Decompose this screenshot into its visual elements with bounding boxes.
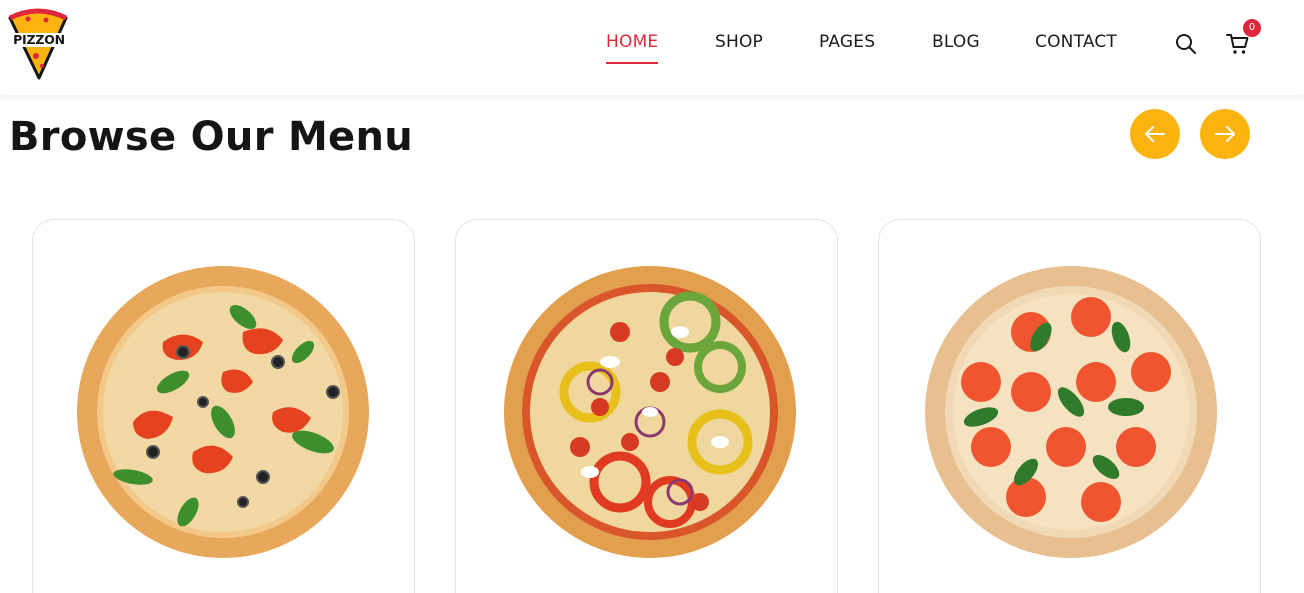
next-button[interactable] [1200,109,1250,159]
site-header: PIZZON HOME SHOP PAGES BLOG CONTACT 0 [0,0,1304,95]
prev-button[interactable] [1130,109,1180,159]
menu-card[interactable] [32,219,415,593]
nav-item-label: BLOG [932,32,980,52]
pizza-image [925,266,1217,558]
search-button[interactable] [1174,32,1198,60]
nav-item-label: CONTACT [1035,32,1118,52]
cart-count-badge: 0 [1243,19,1261,37]
logo[interactable]: PIZZON [6,6,70,82]
pizza-image [77,266,369,558]
nav-item-label: HOME [606,32,659,52]
search-icon [1176,34,1196,54]
arrow-right-icon [1215,126,1235,142]
nav-item-pages[interactable]: PAGES [819,31,875,53]
menu-card[interactable] [455,219,838,593]
cart-button[interactable] [1226,32,1250,60]
nav-item-contact[interactable]: CONTACT [1035,31,1117,53]
pizza-image [504,266,796,558]
menu-card[interactable] [878,219,1261,593]
nav-item-label: SHOP [715,32,764,52]
arrow-left-icon [1145,126,1165,142]
nav-item-blog[interactable]: BLOG [932,31,980,53]
nav-item-home[interactable]: HOME [606,31,659,64]
active-underline [606,62,659,64]
nav-item-label: PAGES [819,32,876,52]
brand-name: PIZZON [8,33,70,47]
section-title: Browse Our Menu [9,114,414,160]
nav-item-shop[interactable]: SHOP [715,31,763,53]
